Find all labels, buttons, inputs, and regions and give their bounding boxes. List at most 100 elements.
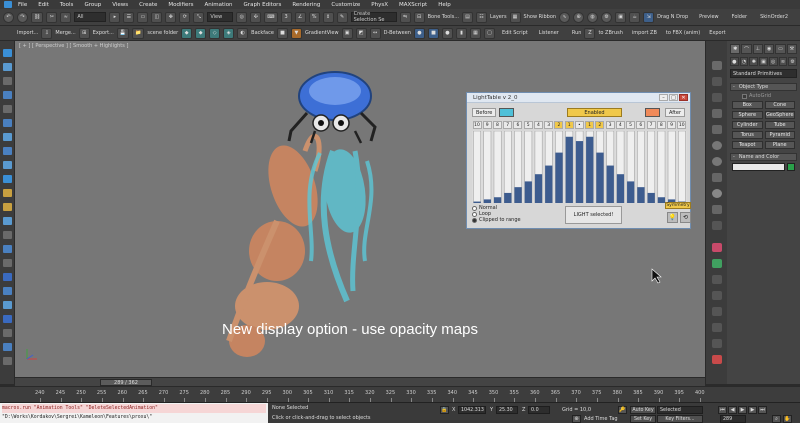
camera-icon[interactable]: ▣ xyxy=(341,27,353,39)
show-ribbon-button[interactable]: Show Ribbon xyxy=(524,14,557,20)
prev-frame-icon[interactable]: ◀ xyxy=(728,406,737,414)
symmetry-button[interactable]: Symmetry xyxy=(665,202,691,209)
z-coordinate-field[interactable]: 0.0 xyxy=(528,406,550,414)
edit-named-selection-icon[interactable]: ✎ xyxy=(336,11,348,23)
window-crossing-icon[interactable]: ◫ xyxy=(151,11,163,23)
cube-wire-icon[interactable]: ◈ xyxy=(223,27,235,39)
selection-box-icon[interactable]: ▢ xyxy=(483,27,495,39)
merge-button[interactable]: Merge... xyxy=(55,30,75,36)
primitive-type-dropdown[interactable]: Standard Primitives xyxy=(730,69,797,78)
frame-offset-cell[interactable]: 10 xyxy=(472,121,482,129)
import-zb-button[interactable]: import ZB xyxy=(632,30,657,36)
opacity-bar[interactable] xyxy=(493,197,502,203)
opacity-slider-track[interactable] xyxy=(647,131,656,203)
time-slider[interactable]: 289 / 362 xyxy=(15,377,705,386)
select-tool-icon[interactable] xyxy=(3,49,12,57)
reference-coordinate-dropdown[interactable]: View xyxy=(207,12,234,22)
radio-clipped[interactable] xyxy=(472,217,477,223)
enabled-toggle-button[interactable]: Enabled xyxy=(567,108,622,117)
radio-loop[interactable] xyxy=(472,211,477,217)
key-filters-button[interactable]: Key Filters... xyxy=(657,415,703,423)
layer-manager-icon[interactable]: ▤ xyxy=(462,11,473,23)
zbrush-icon[interactable]: Z xyxy=(584,27,596,39)
minimize-icon[interactable]: – xyxy=(659,94,668,101)
object-type-button-plane[interactable]: Plane xyxy=(764,141,795,149)
maxscript-input-line[interactable]: "D:\Works\Kordakov\Sergrei\Kameleon\Feat… xyxy=(2,413,266,422)
menu-graph-editors[interactable]: Graph Editors xyxy=(244,2,282,8)
opacity-bar[interactable] xyxy=(483,199,491,203)
merge-icon[interactable]: ⊞ xyxy=(78,27,90,39)
select-scale-icon[interactable]: ⤡ xyxy=(193,11,205,23)
zoom-icon[interactable]: ⌕ xyxy=(772,415,781,423)
object-type-button-torus[interactable]: Torus xyxy=(732,131,763,139)
gradient-view-button[interactable]: GradientView xyxy=(305,30,339,36)
opacity-slider-track[interactable] xyxy=(483,131,492,203)
name-and-color-rollout[interactable]: - Name and Color xyxy=(730,153,797,161)
tab-utilities-icon[interactable]: ⚒ xyxy=(786,44,797,54)
opacity-bar[interactable] xyxy=(545,165,553,203)
lock-icon[interactable]: 🔒 xyxy=(440,406,449,414)
object-type-rollout[interactable]: - Object Type xyxy=(730,83,797,91)
folder-icon[interactable]: 📁 xyxy=(132,27,145,39)
sphere-grey-icon[interactable]: ● xyxy=(441,27,453,39)
maximize-icon[interactable]: □ xyxy=(669,94,678,101)
cross-icon[interactable] xyxy=(712,291,722,300)
layers-button[interactable]: Layers xyxy=(490,14,507,20)
frame-offset-cell[interactable]: 10 xyxy=(677,121,687,129)
add-time-tag-button[interactable]: Add Time Tag xyxy=(584,416,618,422)
opacity-slider-track[interactable] xyxy=(503,131,512,203)
to-fbx-button[interactable]: to FBX (anim) xyxy=(666,30,700,36)
tab-modify-icon[interactable]: ⌒ xyxy=(741,44,752,54)
menu-group[interactable]: Group xyxy=(84,2,101,8)
frame-offset-cell[interactable]: 1 xyxy=(564,121,574,129)
preview-button[interactable]: Preview xyxy=(699,14,718,20)
before-color-swatch[interactable] xyxy=(499,108,515,117)
frame-offset-cell[interactable]: 9 xyxy=(482,121,492,129)
goto-end-icon[interactable]: ⏭ xyxy=(758,406,767,414)
object-color-swatch[interactable] xyxy=(787,163,795,171)
opacity-slider-track[interactable] xyxy=(493,131,502,203)
tab-hierarchy-icon[interactable]: ⊥ xyxy=(752,44,763,54)
frame-offset-cell[interactable]: 9 xyxy=(667,121,677,129)
tab-display-icon[interactable]: ▭ xyxy=(775,44,786,54)
time-tag-icon[interactable]: ⊕ xyxy=(572,415,581,423)
select-manipulate-icon[interactable]: ✣ xyxy=(250,11,262,23)
maxscript-mini-listener[interactable]: macros.run "Animation Tools" "DeleteSele… xyxy=(0,403,268,423)
move-tool-icon[interactable] xyxy=(3,63,12,71)
play-tool-icon[interactable] xyxy=(3,273,12,281)
bulb-icon[interactable]: 💡 xyxy=(667,212,678,223)
material-editor-icon[interactable]: ◍ xyxy=(587,11,599,23)
tab-create-icon[interactable]: ✱ xyxy=(730,44,741,54)
opacity-bar[interactable] xyxy=(586,136,594,203)
opacity-bar[interactable] xyxy=(596,152,604,203)
opacity-bar[interactable] xyxy=(637,187,645,203)
grid-tool-icon[interactable] xyxy=(3,133,12,141)
opacity-slider-track[interactable] xyxy=(473,131,481,203)
schematic-view-icon[interactable]: ⊕ xyxy=(573,11,585,23)
keyboard-shortcut-icon[interactable]: ⌨ xyxy=(264,11,278,23)
wave-tool-icon[interactable] xyxy=(3,105,12,113)
run-button[interactable]: Run xyxy=(572,30,582,36)
lasso-tool-icon[interactable] xyxy=(3,175,12,183)
key-icon[interactable]: 🔑 xyxy=(618,406,627,414)
rectangular-selection-icon[interactable]: ▭ xyxy=(137,11,149,23)
snaps-toggle-icon[interactable]: 3 xyxy=(280,11,292,23)
menu-physx[interactable]: PhysX xyxy=(371,2,388,8)
morph-icon[interactable] xyxy=(712,93,722,102)
ball-icon[interactable] xyxy=(712,141,722,150)
rendered-frame-icon[interactable]: ▣ xyxy=(615,11,627,23)
box-icon[interactable] xyxy=(712,339,722,348)
capsule-icon[interactable] xyxy=(712,173,722,182)
opacity-bar[interactable] xyxy=(627,181,635,203)
render-setup-icon[interactable]: ⚙ xyxy=(601,11,613,23)
systems-icon[interactable]: ⚙ xyxy=(788,57,798,66)
next-frame-icon[interactable]: ▶ xyxy=(748,406,757,414)
time-slider-handle[interactable]: 289 / 362 xyxy=(100,379,152,386)
menu-views[interactable]: Views xyxy=(112,2,128,8)
frame-offset-cell[interactable]: 6 xyxy=(636,121,646,129)
render-icon[interactable]: ☕ xyxy=(629,11,641,23)
curve-tool-icon[interactable] xyxy=(3,77,12,85)
frame-offset-cell[interactable]: 3 xyxy=(605,121,615,129)
menu-customize[interactable]: Customize xyxy=(331,2,360,8)
menu-maxscript[interactable]: MAXScript xyxy=(399,2,427,8)
